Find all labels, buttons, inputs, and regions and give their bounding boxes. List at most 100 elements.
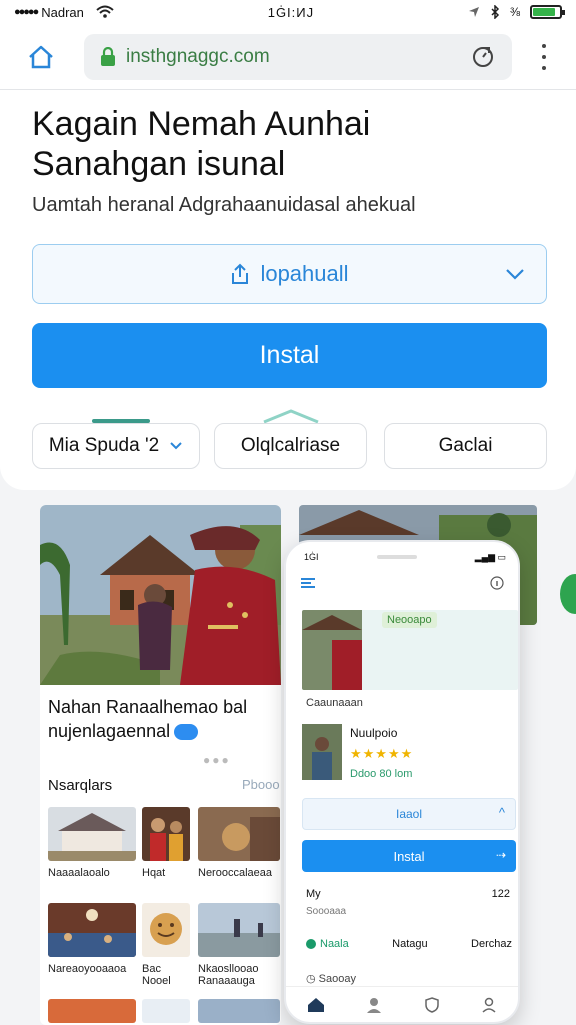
url-text: insthgnaggc.com — [126, 46, 270, 67]
phone-install-button[interactable]: Instal ⇢ — [302, 840, 516, 872]
app-icon — [302, 724, 342, 780]
clock: 1ĠI:ИJ — [267, 4, 315, 20]
version-dropdown[interactable]: lopahuall — [32, 244, 547, 304]
phone-toolbar — [300, 572, 504, 594]
village-photo — [40, 505, 281, 685]
phone-dropdown-label: Iaaol — [395, 807, 423, 821]
chevron-down-icon — [170, 442, 182, 450]
title-line-2: Sanahgan isunal — [32, 145, 286, 183]
item-label: Naaaalaoalo — [48, 867, 110, 879]
menu-icon[interactable] — [300, 577, 316, 589]
share-icon: ⇢ — [495, 848, 506, 862]
chip-label: Olqlcalriase — [240, 435, 341, 456]
item-label: Nkaosllooao Ranaaauga — [198, 963, 259, 987]
hall-thumbnail — [48, 903, 136, 957]
reload-icon[interactable] — [470, 44, 496, 70]
app-header: Kagain Nemah Aunhai Sanahgan isunal Uamt… — [0, 90, 576, 490]
house-thumbnail — [48, 807, 136, 861]
chip-label: Gaclai — [438, 435, 493, 456]
item-label: Nareaoyooaaoa — [48, 963, 127, 975]
list-item[interactable]: Naaaalaoalo — [48, 807, 136, 879]
tab-3[interactable]: Derchaz — [471, 938, 512, 950]
location-icon — [468, 7, 479, 17]
people-thumbnail — [142, 807, 190, 861]
bluetooth-icon — [491, 5, 500, 19]
more-dots-icon[interactable]: ●●● — [203, 753, 231, 767]
caption-line-1: Nahan Ranaalhemao bal — [48, 697, 248, 717]
phone-version-dropdown[interactable]: Iaaol ^ — [302, 798, 516, 830]
star-rating: ★★★★★ — [350, 746, 414, 761]
phone-info-row: My 122 — [306, 888, 510, 900]
wifi-icon — [96, 5, 114, 18]
related-heading: Nsarqlars — [48, 777, 113, 794]
phone-app-entry[interactable]: Nuulpoio ★★★★★ Ddoo 80 lom — [302, 724, 512, 788]
list-item[interactable]: Nerooccalaeaa — [198, 807, 280, 879]
dot-icon — [306, 939, 316, 949]
tab-1[interactable]: Naala — [306, 938, 349, 950]
list-item[interactable]: Hqat — [142, 807, 190, 879]
phone-install-label: Instal — [393, 848, 425, 864]
phone-clock: 1ĠI — [304, 552, 319, 562]
card-caption: Nahan Ranaalhemao bal nujenlagaennal — [48, 695, 278, 743]
list-item[interactable] — [48, 999, 136, 1023]
home-icon — [29, 45, 53, 69]
chevron-up-icon: ^ — [498, 805, 505, 820]
row-left: My — [306, 888, 321, 900]
row-right: 122 — [491, 888, 510, 900]
chip-label: Mia Spuda '2 — [48, 435, 160, 456]
row-subtext: Soooaaa — [306, 906, 347, 917]
tab-label: Naala — [320, 938, 349, 950]
side-decoration — [560, 574, 576, 614]
phone-preview: 1ĠI ▂▄▆ ▭ Neooapo Caaunaaan Nuulpoio ★★★… — [284, 540, 520, 1024]
shield-icon[interactable] — [424, 996, 440, 1013]
dropdown-label: lopahuall — [260, 261, 349, 286]
phone-notch — [376, 555, 417, 559]
list-item[interactable] — [142, 999, 190, 1023]
item-label: Bac Nooel — [142, 963, 171, 987]
clock-icon: ◷ — [306, 973, 319, 985]
phone-bottom-nav — [286, 986, 518, 1022]
browser-toolbar: insthgnaggc.com — [0, 24, 576, 90]
mute-icon: ⅜ — [509, 5, 520, 19]
install-button[interactable]: Instal — [32, 323, 547, 388]
battery-icon — [530, 5, 565, 19]
phone-footer-text: ◷ Saooay — [306, 972, 356, 985]
list-item[interactable]: Nkaosllooao Ranaaauga — [198, 903, 280, 987]
profile-icon[interactable] — [366, 997, 382, 1013]
phone-hero: Neooapo — [302, 610, 518, 690]
pottery-thumbnail — [198, 807, 280, 861]
caption-line-2: nujenlagaennal — [48, 721, 171, 741]
lock-icon — [101, 47, 115, 66]
tab-2[interactable]: Natagu — [392, 938, 427, 950]
home-icon[interactable] — [307, 997, 325, 1013]
upload-icon — [232, 263, 249, 284]
signal-strength-icon: ●●●●● — [14, 6, 39, 18]
feature-card[interactable]: Nahan Ranaalhemao bal nujenlagaennal ●●●… — [40, 505, 281, 1025]
home-button[interactable] — [22, 38, 60, 76]
chip-indicator-arrow — [263, 409, 319, 424]
filter-chip-2[interactable]: Olqlcalriase — [214, 423, 367, 469]
app-size: Ddoo 80 lom — [350, 768, 413, 780]
field-thumbnail — [198, 903, 280, 957]
filter-chip-3[interactable]: Gaclai — [384, 423, 547, 469]
carrier-name: Nadran — [41, 4, 84, 20]
title-line-1: Kagain Nemah Aunhai — [32, 105, 371, 143]
info-icon[interactable] — [490, 576, 504, 590]
page-title: Kagain Nemah Aunhai Sanahgan isunal — [32, 104, 370, 184]
verified-badge-icon — [174, 724, 199, 741]
user-icon[interactable] — [481, 997, 497, 1013]
status-bar: ●●●●● Nadran 1ĠI:ИJ ⅜ — [0, 0, 576, 24]
related-more-link[interactable]: Pbooo — [242, 777, 280, 792]
phone-hero-label: Neooapo — [382, 612, 437, 628]
list-item[interactable] — [198, 999, 280, 1023]
address-bar[interactable]: insthgnaggc.com — [84, 34, 512, 80]
phone-tabs: Naala Natagu Derchaz — [306, 938, 512, 950]
list-item[interactable]: Nareaoyooaaoa — [48, 903, 136, 975]
phone-signal-icon: ▂▄▆ ▭ — [474, 551, 506, 562]
list-item[interactable]: Bac Nooel — [142, 903, 190, 987]
chevron-down-icon — [506, 269, 524, 280]
filter-chip-1[interactable]: Mia Spuda '2 — [32, 423, 200, 469]
overflow-menu-button[interactable] — [532, 44, 556, 70]
phone-section-title: Caaunaaan — [306, 697, 363, 709]
cookie-thumbnail — [142, 903, 190, 957]
